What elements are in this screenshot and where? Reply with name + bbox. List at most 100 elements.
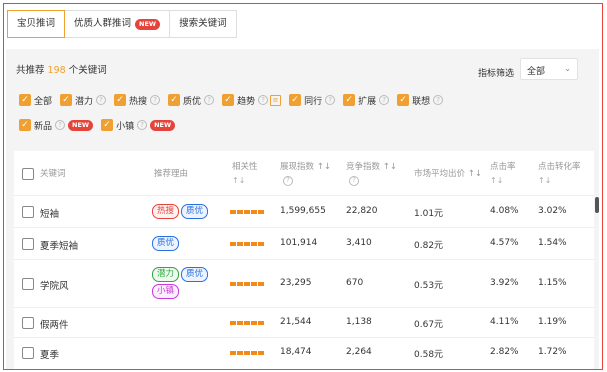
header-cvr-label: 点击转化率 bbox=[538, 162, 581, 172]
checkbox-new-product[interactable]: ✓ 新品 ? NEW bbox=[19, 119, 94, 132]
exposure-cell: 1,599,655 bbox=[280, 206, 326, 216]
help-icon[interactable]: ? bbox=[55, 120, 66, 130]
checkbox-checked-icon: ✓ bbox=[114, 94, 127, 106]
help-icon[interactable]: ? bbox=[283, 175, 293, 186]
cvr-cell: 1.15% bbox=[538, 278, 567, 288]
checkbox-potential[interactable]: ✓ 潜力 ? bbox=[60, 94, 107, 107]
row-checkbox[interactable] bbox=[22, 206, 34, 218]
help-icon[interactable]: ? bbox=[137, 120, 148, 130]
checkbox-checked-icon: ✓ bbox=[60, 94, 73, 106]
header-competition-label: 竞争指数 ↑↓ bbox=[346, 162, 397, 172]
summary-count: 198 bbox=[47, 65, 66, 76]
new-badge: NEW bbox=[135, 18, 161, 30]
filter-label: 指标筛选 bbox=[478, 69, 515, 79]
tab-item-keywords[interactable]: 宝贝推词 bbox=[7, 10, 66, 38]
reason-badge: 质优 bbox=[181, 204, 209, 219]
row-checkbox[interactable] bbox=[22, 238, 34, 250]
new-badge: NEW bbox=[150, 119, 176, 131]
checkbox-checked-icon: ✓ bbox=[19, 94, 31, 106]
avg-bid-cell: 0.53元 bbox=[414, 281, 444, 291]
reason-cell: 潜力 质优 小镇 bbox=[152, 267, 224, 301]
keyword-summary: 共推荐 198 个关键词 bbox=[16, 62, 107, 76]
scrollbar-thumb[interactable] bbox=[595, 197, 599, 213]
reason-badge: 潜力 bbox=[152, 267, 180, 282]
filter-select[interactable]: 全部 ⌄ bbox=[520, 58, 578, 80]
filter-value: 全部 bbox=[527, 67, 546, 77]
help-icon[interactable]: ? bbox=[204, 95, 215, 105]
help-icon[interactable]: ? bbox=[325, 95, 336, 105]
summary-prefix: 共推荐 bbox=[16, 65, 45, 76]
checkbox-checked-icon: ✓ bbox=[19, 119, 31, 131]
checkbox-label: 新品 bbox=[34, 121, 53, 132]
checkbox-peer[interactable]: ✓ 同行 ? bbox=[289, 94, 336, 107]
checkbox-trend[interactable]: ✓ 趋势 ? ≡ bbox=[222, 94, 282, 107]
cvr-cell: 3.02% bbox=[538, 206, 567, 216]
avg-bid-cell: 0.82元 bbox=[414, 241, 444, 251]
header-exposure[interactable]: 展现指数 ↑↓ ? bbox=[280, 161, 331, 187]
exposure-cell: 23,295 bbox=[280, 278, 312, 288]
header-avg-bid[interactable]: 市场平均出价 ↑↓ bbox=[414, 168, 482, 181]
relevance-bars bbox=[230, 321, 264, 325]
select-all-checkbox[interactable] bbox=[22, 168, 34, 180]
table-row: 夏季短袖 质优 101,914 3,410 0.82元 4.57% 1.54% bbox=[14, 228, 594, 260]
sort-icon[interactable]: ↑↓ bbox=[232, 176, 245, 185]
table-row: 假两件 21,544 1,138 0.67元 4.11% 1.19% bbox=[14, 308, 594, 338]
cvr-cell: 1.19% bbox=[538, 317, 567, 327]
checkbox-label: 联想 bbox=[412, 96, 431, 107]
competition-cell: 22,820 bbox=[346, 206, 378, 216]
help-icon[interactable]: ? bbox=[258, 95, 269, 105]
checkbox-label: 趋势 bbox=[237, 96, 256, 107]
checkbox-checked-icon: ✓ bbox=[397, 94, 410, 106]
help-icon[interactable]: ? bbox=[150, 95, 161, 105]
tab-search-keywords[interactable]: 搜索关键词 bbox=[170, 10, 237, 38]
avg-bid-cell: 1.01元 bbox=[414, 209, 444, 219]
tab-bar: 宝贝推词 优质人群推词 NEW 搜索关键词 bbox=[7, 10, 237, 38]
chevron-down-icon: ⌄ bbox=[564, 64, 571, 73]
ctr-cell: 4.57% bbox=[490, 238, 519, 248]
exposure-cell: 21,544 bbox=[280, 317, 312, 327]
header-cvr[interactable]: 点击转化率 ↑↓ bbox=[538, 161, 581, 188]
keyword-cell: 学院风 bbox=[40, 281, 69, 292]
table-row: 夏季 18,474 2,264 0.58元 2.82% 1.72% bbox=[14, 338, 594, 369]
sort-icon[interactable]: ↑↓ bbox=[490, 176, 503, 185]
help-icon[interactable]: ? bbox=[349, 175, 359, 186]
checkbox-checked-icon: ✓ bbox=[168, 94, 181, 106]
header-competition[interactable]: 竞争指数 ↑↓ ? bbox=[346, 161, 397, 187]
checkbox-label: 潜力 bbox=[75, 96, 94, 107]
row-checkbox[interactable] bbox=[22, 278, 34, 290]
header-relevance[interactable]: 相关性 ↑↓ bbox=[232, 161, 258, 188]
checkbox-checked-icon: ✓ bbox=[101, 119, 114, 131]
keyword-panel: 共推荐 198 个关键词 指标筛选 全部 ⌄ ✓ 全部 ✓ 潜力 ? ✓ 热搜 … bbox=[6, 49, 599, 369]
header-ctr[interactable]: 点击率 ↑↓ bbox=[490, 161, 516, 188]
ctr-cell: 3.92% bbox=[490, 278, 519, 288]
reason-cell: 质优 bbox=[152, 236, 181, 253]
header-reason: 推荐理由 bbox=[154, 169, 189, 179]
note-icon[interactable]: ≡ bbox=[270, 94, 282, 106]
checkbox-expand[interactable]: ✓ 扩展 ? bbox=[343, 94, 390, 107]
checkbox-associate[interactable]: ✓ 联想 ? bbox=[397, 94, 444, 107]
help-icon[interactable]: ? bbox=[433, 95, 444, 105]
sort-icon[interactable]: ↑↓ bbox=[538, 176, 551, 185]
keyword-table: 关键词 推荐理由 相关性 ↑↓ 展现指数 ↑↓ ? 竞争指数 ↑↓ ? 市场平均… bbox=[14, 151, 594, 369]
row-checkbox[interactable] bbox=[22, 317, 34, 329]
table-row: 短袖 热搜 质优 1,599,655 22,820 1.01元 4.08% 3.0… bbox=[14, 196, 594, 228]
checkbox-hot-search[interactable]: ✓ 热搜 ? bbox=[114, 94, 161, 107]
help-icon[interactable]: ? bbox=[96, 95, 107, 105]
exposure-cell: 101,914 bbox=[280, 238, 318, 248]
checkbox-quality[interactable]: ✓ 质优 ? bbox=[168, 94, 215, 107]
cvr-cell: 1.54% bbox=[538, 238, 567, 248]
indicator-checkbox-row-2: ✓ 新品 ? NEW ✓ 小镇 ? NEW bbox=[19, 117, 183, 133]
tab-audience-keywords[interactable]: 优质人群推词 NEW bbox=[65, 10, 171, 38]
keyword-cell: 夏季 bbox=[40, 350, 60, 361]
reason-badge: 质优 bbox=[181, 267, 209, 282]
main-frame: 宝贝推词 优质人群推词 NEW 搜索关键词 共推荐 198 个关键词 指标筛选 … bbox=[3, 3, 603, 370]
help-icon[interactable]: ? bbox=[379, 95, 390, 105]
checkbox-small-town[interactable]: ✓ 小镇 ? NEW bbox=[101, 119, 176, 132]
keyword-cell: 夏季短袖 bbox=[40, 241, 79, 252]
checkbox-label: 小镇 bbox=[116, 121, 135, 132]
row-checkbox[interactable] bbox=[22, 347, 34, 359]
cvr-cell: 1.72% bbox=[538, 347, 567, 357]
indicator-checkbox-row: ✓ 全部 ✓ 潜力 ? ✓ 热搜 ? ✓ 质优 ? ✓ 趋势 ? ≡ ✓ 同行 … bbox=[19, 92, 451, 108]
checkbox-all[interactable]: ✓ 全部 bbox=[19, 94, 52, 107]
header-relevance-label: 相关性 bbox=[232, 162, 258, 172]
